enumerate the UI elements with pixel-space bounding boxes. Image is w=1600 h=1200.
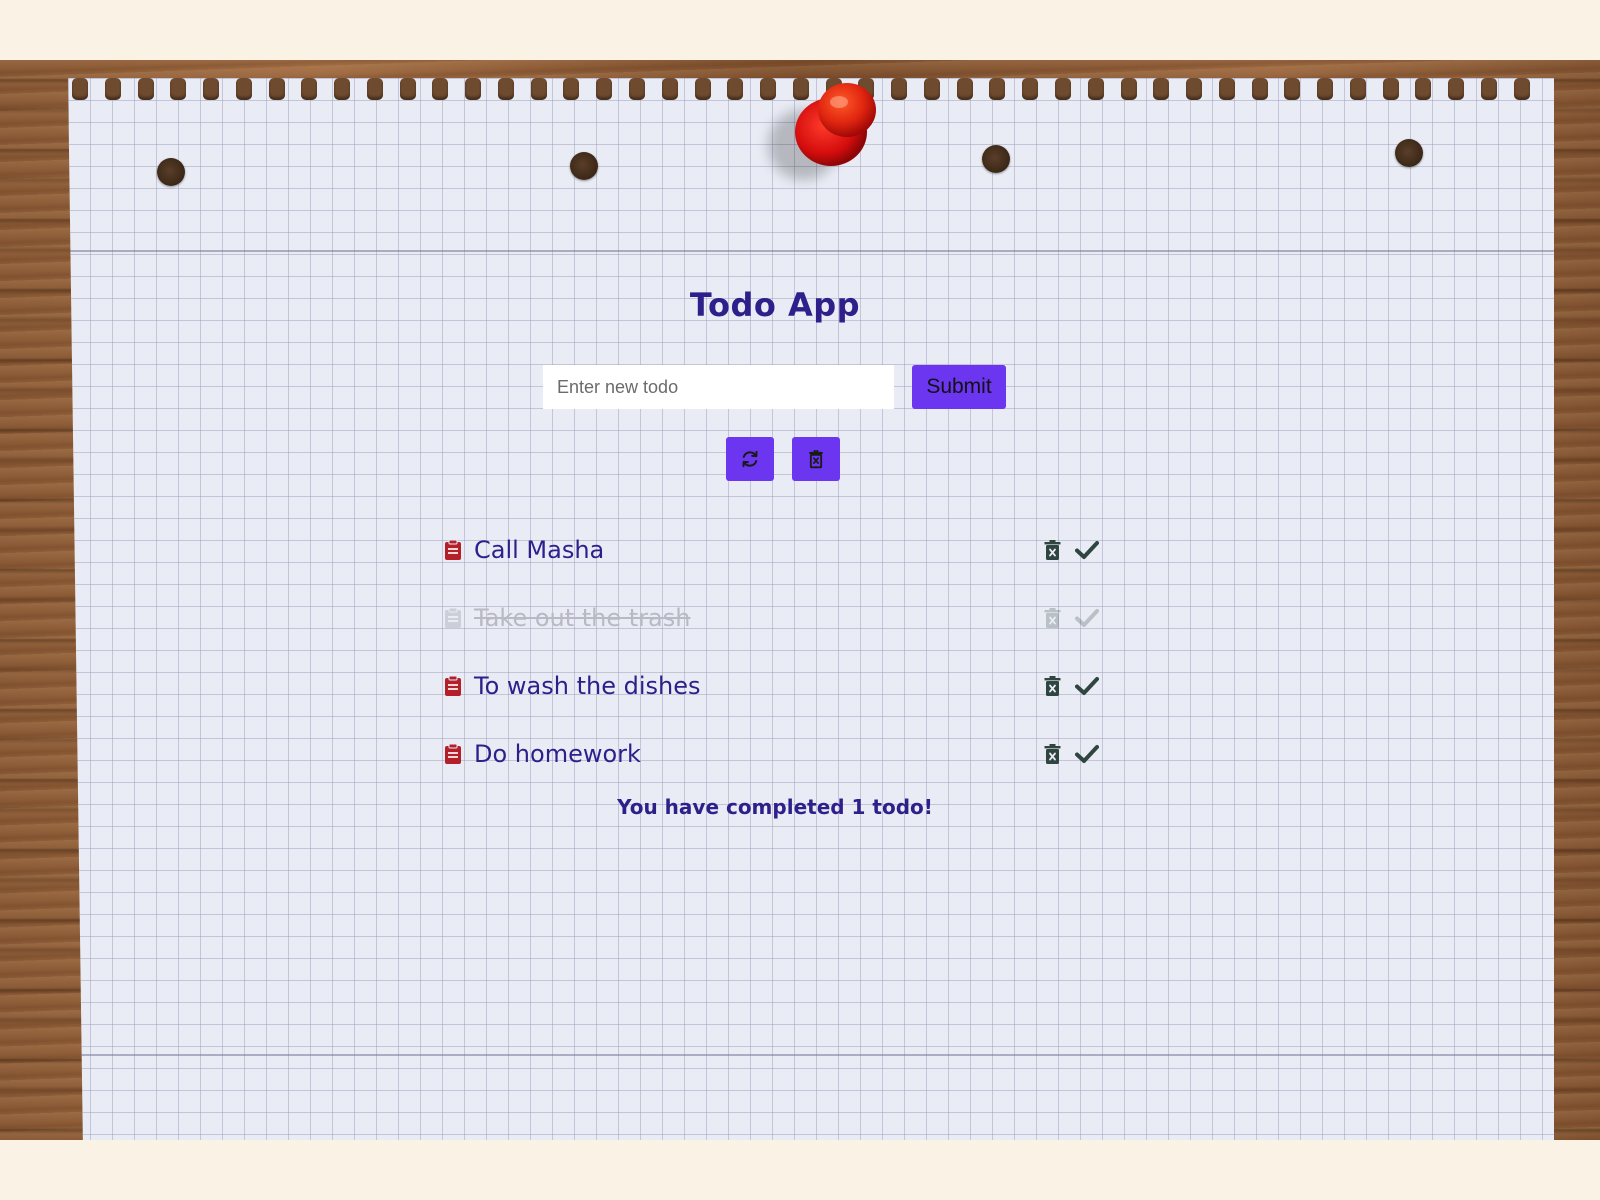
check-icon bbox=[1075, 745, 1099, 763]
refresh-icon bbox=[742, 450, 758, 468]
trash-x-icon bbox=[1044, 608, 1061, 628]
todo-item-actions bbox=[1044, 676, 1099, 696]
submit-button[interactable]: Submit bbox=[912, 365, 1006, 409]
delete-todo-button[interactable] bbox=[1044, 608, 1061, 628]
todo-item: To wash the dishes bbox=[444, 652, 1106, 720]
complete-todo-button[interactable] bbox=[1075, 540, 1099, 560]
trash-x-icon bbox=[809, 450, 823, 469]
clipboard-list-icon bbox=[444, 607, 462, 629]
todo-item-actions bbox=[1044, 744, 1099, 764]
complete-todo-button[interactable] bbox=[1075, 676, 1099, 696]
complete-todo-button[interactable] bbox=[1075, 744, 1099, 764]
todo-item-actions bbox=[1044, 608, 1099, 628]
clipboard-list-icon bbox=[444, 675, 462, 697]
todo-item-completed: Take out the trash bbox=[444, 584, 1106, 652]
delete-todo-button[interactable] bbox=[1044, 676, 1061, 696]
trash-x-icon bbox=[1044, 540, 1061, 560]
trash-x-icon bbox=[1044, 744, 1061, 764]
todo-item-actions bbox=[1044, 540, 1099, 560]
todo-app: Todo App Submit bbox=[0, 0, 1600, 1200]
refresh-button[interactable] bbox=[726, 437, 774, 481]
trash-x-icon bbox=[1044, 676, 1061, 696]
todo-list: Call Masha Take out the trash To wash th… bbox=[444, 516, 1106, 788]
new-todo-form: Submit bbox=[543, 365, 1006, 409]
complete-todo-button[interactable] bbox=[1075, 608, 1099, 628]
list-action-buttons bbox=[726, 437, 840, 481]
todo-item: Do homework bbox=[444, 720, 1106, 788]
check-icon bbox=[1075, 677, 1099, 695]
check-icon bbox=[1075, 541, 1099, 559]
scene: Todo App Submit bbox=[0, 0, 1600, 1200]
todo-text: Do homework bbox=[474, 740, 641, 768]
todo-text: To wash the dishes bbox=[474, 672, 701, 700]
clear-all-button[interactable] bbox=[792, 437, 840, 481]
check-icon bbox=[1075, 609, 1099, 627]
new-todo-input[interactable] bbox=[543, 365, 894, 409]
todo-text: Call Masha bbox=[474, 536, 605, 564]
clipboard-list-icon bbox=[444, 743, 462, 765]
todo-text: Take out the trash bbox=[474, 604, 691, 632]
clipboard-list-icon bbox=[444, 539, 462, 561]
completed-count-summary: You have completed 1 todo! bbox=[617, 795, 933, 819]
todo-item: Call Masha bbox=[444, 516, 1106, 584]
app-title: Todo App bbox=[689, 286, 861, 324]
delete-todo-button[interactable] bbox=[1044, 540, 1061, 560]
delete-todo-button[interactable] bbox=[1044, 744, 1061, 764]
